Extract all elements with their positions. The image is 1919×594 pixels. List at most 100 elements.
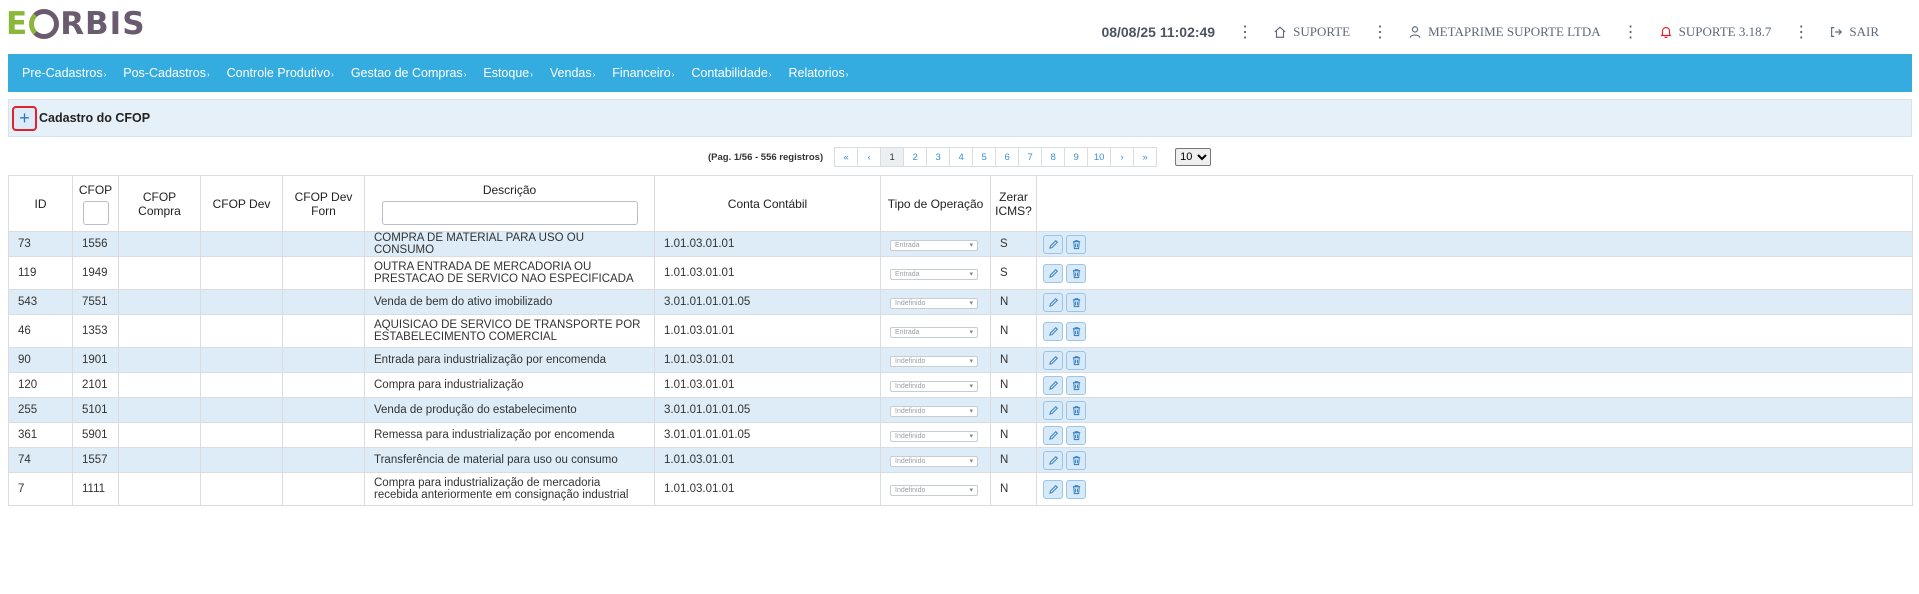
cell-descricao: Compra para industrialização de mercador… [364, 472, 655, 506]
tipo-operacao-select[interactable]: Entrada ▾ [890, 326, 978, 338]
edit-button[interactable] [1043, 234, 1063, 254]
tipo-operacao-select[interactable]: Indefinido ▾ [890, 405, 978, 417]
table-row[interactable]: 255 5101 Venda de produção do estabelecime… [8, 397, 1913, 423]
pencil-icon [1048, 380, 1058, 390]
nav-item[interactable]: Pos-Cadastros› [123, 66, 209, 80]
cfop-filter-input[interactable] [82, 200, 109, 225]
cell-cfop-compra [118, 397, 201, 423]
nav-item[interactable]: Gestao de Compras› [351, 66, 467, 80]
tipo-operacao-select[interactable]: Indefinido ▾ [890, 355, 978, 367]
cell-id: 73 [8, 231, 73, 257]
tipo-operacao-value: Indefinido [895, 357, 926, 365]
page-number-button[interactable]: 8 [1041, 147, 1066, 167]
page-number-button[interactable]: 5 [972, 147, 997, 167]
cell-descricao: COMPRA DE MATERIAL PARA USO OU CONSUMO [364, 231, 655, 257]
cell-cfop: 1111 [72, 472, 119, 506]
table-row[interactable]: 361 5901 Remessa para industrialização por… [8, 422, 1913, 448]
chevron-right-icon: › [845, 70, 849, 79]
nav-item[interactable]: Estoque› [483, 66, 533, 80]
nav-item[interactable]: Vendas› [550, 66, 595, 80]
edit-button[interactable] [1043, 375, 1063, 395]
delete-button[interactable] [1066, 234, 1086, 254]
tipo-operacao-select[interactable]: Entrada ▾ [890, 239, 978, 251]
table-row[interactable]: 74 1557 Transferência de material para uso… [8, 447, 1913, 473]
nav-item[interactable]: Relatorios› [788, 66, 848, 80]
delete-button[interactable] [1066, 450, 1086, 470]
page-number-button[interactable]: 3 [926, 147, 951, 167]
more-icon[interactable]: ⋮ [1237, 22, 1253, 41]
page-number-button[interactable]: 1 [880, 147, 905, 167]
edit-button[interactable] [1043, 292, 1063, 312]
company-link[interactable]: METAPRIME SUPORTE LTDA [1408, 24, 1601, 40]
nav-item[interactable]: Contabilidade› [691, 66, 771, 80]
edit-button[interactable] [1043, 350, 1063, 370]
logo-letter-e: E [6, 6, 29, 42]
page-size-select[interactable]: 10 [1175, 148, 1212, 166]
edit-button[interactable] [1043, 263, 1063, 283]
cell-cfop-dev [200, 397, 283, 423]
support-link[interactable]: SUPORTE [1273, 24, 1350, 40]
last-page-button[interactable]: » [1133, 147, 1158, 167]
cell-cfop-compra [118, 422, 201, 448]
cell-cfop-dev-forn [282, 472, 365, 506]
table-row[interactable]: 119 1949 OUTRA ENTRADA DE MERCADORIA OU PR… [8, 256, 1913, 290]
page-number-button[interactable]: 10 [1087, 147, 1112, 167]
table-row[interactable]: 73 1556 COMPRA DE MATERIAL PARA USO OU CON… [8, 231, 1913, 257]
tipo-operacao-select[interactable]: Entrada ▾ [890, 268, 978, 280]
tipo-operacao-value: Indefinido [895, 432, 926, 440]
cell-conta-contabil: 3.01.01.01.01.05 [654, 397, 881, 423]
tipo-operacao-select[interactable]: Indefinido ▾ [890, 484, 978, 496]
table-row[interactable]: 543 7551 Venda de bem do ativo imobilizado… [8, 289, 1913, 315]
more-icon[interactable]: ⋮ [1623, 22, 1639, 41]
prev-page-button[interactable]: ‹ [857, 147, 882, 167]
nav-item[interactable]: Financeiro› [612, 66, 674, 80]
col-descricao-label: Descrição [482, 182, 537, 197]
page-number-button[interactable]: 4 [949, 147, 974, 167]
delete-button[interactable] [1066, 400, 1086, 420]
nav-item[interactable]: Pre-Cadastros› [22, 66, 106, 80]
edit-button[interactable] [1043, 425, 1063, 445]
more-icon[interactable]: ⋮ [1793, 22, 1809, 41]
col-tipo-operacao: Tipo de Operação [880, 175, 991, 232]
table-row[interactable]: 46 1353 AQUISICAO DE SERVICO DE TRANSPORTE… [8, 314, 1913, 348]
delete-button[interactable] [1066, 350, 1086, 370]
delete-button[interactable] [1066, 479, 1086, 499]
datetime: 08/08/25 11:02:49 [1101, 23, 1216, 40]
delete-button[interactable] [1066, 263, 1086, 283]
tipo-operacao-select[interactable]: Indefinido ▾ [890, 380, 978, 392]
table-row[interactable]: 120 2101 Compra para industrialização 1.01.… [8, 372, 1913, 398]
edit-button[interactable] [1043, 400, 1063, 420]
table-row[interactable]: 90 1901 Entrada para industrialização por … [8, 347, 1913, 373]
add-button[interactable]: + [12, 105, 37, 131]
nav-item[interactable]: Controle Produtivo› [227, 66, 334, 80]
notifications-link[interactable]: SUPORTE 3.18.7 [1659, 24, 1771, 40]
more-icon[interactable]: ⋮ [1372, 22, 1388, 41]
tipo-operacao-select[interactable]: Indefinido ▾ [890, 430, 978, 442]
edit-button[interactable] [1043, 450, 1063, 470]
logo[interactable]: E RBIS [6, 6, 146, 42]
delete-button[interactable] [1066, 321, 1086, 341]
cell-descricao: Entrada para industrialização por encome… [364, 347, 655, 373]
cell-cfop-dev-forn [282, 289, 365, 315]
next-page-button[interactable]: › [1110, 147, 1135, 167]
logout-link[interactable]: SAIR [1829, 24, 1879, 40]
cell-conta-contabil: 1.01.03.01.01 [654, 347, 881, 373]
page-number-button[interactable]: 6 [995, 147, 1020, 167]
tipo-operacao-select[interactable]: Indefinido ▾ [890, 297, 978, 309]
cell-cfop-compra [118, 256, 201, 290]
descricao-filter-input[interactable] [381, 200, 638, 225]
table-row[interactable]: 7 1111 Compra para industrialização de mer… [8, 472, 1913, 506]
delete-button[interactable] [1066, 425, 1086, 445]
tipo-operacao-select[interactable]: Indefinido ▾ [890, 455, 978, 467]
page-number-button[interactable]: 7 [1018, 147, 1043, 167]
edit-button[interactable] [1043, 321, 1063, 341]
trash-icon [1072, 380, 1080, 390]
cell-cfop-dev-forn [282, 447, 365, 473]
delete-button[interactable] [1066, 292, 1086, 312]
page-number-button[interactable]: 2 [903, 147, 928, 167]
first-page-button[interactable]: « [834, 147, 859, 167]
page-number-button[interactable]: 9 [1064, 147, 1089, 167]
cell-descricao: Transferência de material para uso ou co… [364, 447, 655, 473]
edit-button[interactable] [1043, 479, 1063, 499]
delete-button[interactable] [1066, 375, 1086, 395]
